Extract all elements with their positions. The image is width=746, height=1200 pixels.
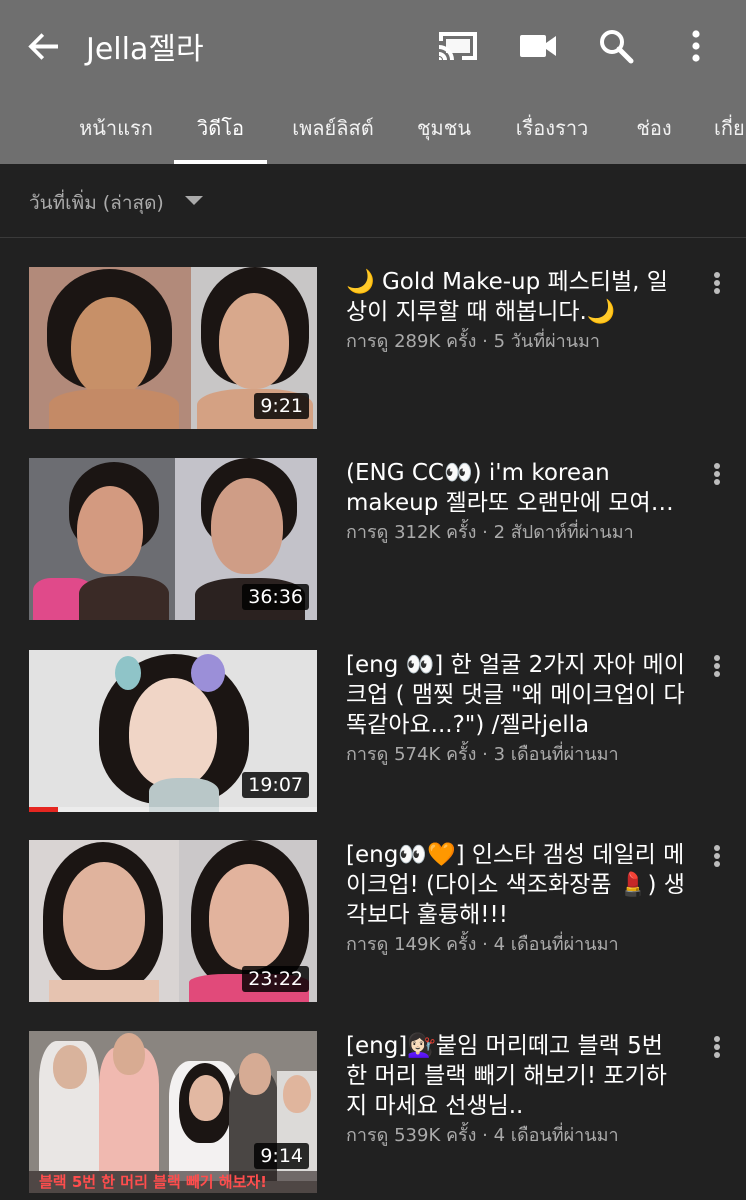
video-item[interactable]: 36:36 (ENG CC👀) i'm korean makeup 젤라또 오랜… <box>0 458 746 622</box>
thumbnail-image <box>29 458 175 620</box>
video-title[interactable]: [eng 👀] 한 얼굴 2가지 자아 메이크업 ( 맴찢 댓글 "왜 메이크업… <box>346 650 686 740</box>
thumbnail-image <box>29 840 179 1002</box>
watch-progress-bar <box>29 807 317 812</box>
tab-home[interactable]: หน้าแรก <box>66 92 166 164</box>
video-title[interactable]: [eng👀🧡] 인스타 갬성 데일리 메이크업! (다이소 색조화장품 💄) 생… <box>346 840 686 930</box>
video-meta: (ENG CC👀) i'm korean makeup 젤라또 오랜만에 모여…… <box>346 458 686 546</box>
video-meta: [eng]💇🏻‍♀️붙임 머리떼고 블랙 5번 한 머리 블랙 빼기 해보기! … <box>346 1031 686 1149</box>
app-header: Jella젤라 หน้าแรก วิดีโอ เพลย์ลิสต์ ชุมชน … <box>0 0 746 164</box>
tab-stories[interactable]: เรื่องราว <box>500 92 604 164</box>
sort-bar[interactable]: วันที่เพิ่ม (ล่าสุด) <box>0 164 746 238</box>
tab-about[interactable]: เกี่ย <box>714 92 746 164</box>
tab-community[interactable]: ชุมชน <box>398 92 490 164</box>
video-options-icon[interactable] <box>706 652 728 680</box>
dropdown-caret-icon[interactable] <box>185 196 203 205</box>
thumbnail-caption: 블랙 5번 한 머리 블랙 빼기 해보자! <box>29 1171 317 1193</box>
video-title[interactable]: 🌙 Gold Make-up 페스티벌, 일상이 지루할 때 해봅니다.🌙 <box>346 267 686 327</box>
channel-title: Jella젤라 <box>86 32 204 67</box>
video-duration: 9:14 <box>254 1143 309 1169</box>
video-options-icon[interactable] <box>706 842 728 870</box>
video-thumbnail[interactable]: 36:36 <box>29 458 317 620</box>
video-thumbnail[interactable]: 23:22 <box>29 840 317 1002</box>
title-bar: Jella젤라 <box>0 0 746 92</box>
video-camera-icon[interactable] <box>516 24 560 68</box>
video-stats: การดู 289K ครั้ง · 5 วันที่ผ่านมา <box>346 331 601 352</box>
video-title[interactable]: [eng]💇🏻‍♀️붙임 머리떼고 블랙 5번 한 머리 블랙 빼기 해보기! … <box>346 1031 686 1121</box>
watch-progress-fill <box>29 807 58 812</box>
video-duration: 19:07 <box>242 772 309 798</box>
video-meta: 🌙 Gold Make-up 페스티벌, 일상이 지루할 때 해봅니다.🌙 กา… <box>346 267 686 355</box>
video-options-icon[interactable] <box>706 460 728 488</box>
video-options-icon[interactable] <box>706 1033 728 1061</box>
video-thumbnail[interactable]: 9:21 <box>29 267 317 429</box>
video-duration: 36:36 <box>242 584 309 610</box>
video-stats: การดู 312K ครั้ง · 2 สัปดาห์ที่ผ่านมา <box>346 522 634 543</box>
video-stats: การดู 574K ครั้ง · 3 เดือนที่ผ่านมา <box>346 744 619 765</box>
video-meta: [eng👀🧡] 인스타 갬성 데일리 메이크업! (다이소 색조화장품 💄) 생… <box>346 840 686 958</box>
channel-tabs: หน้าแรก วิดีโอ เพลย์ลิสต์ ชุมชน เรื่องรา… <box>0 92 746 164</box>
video-item[interactable]: 23:22 [eng👀🧡] 인스타 갬성 데일리 메이크업! (다이소 색조화장… <box>0 840 746 1004</box>
video-item[interactable]: 9:21 🌙 Gold Make-up 페스티벌, 일상이 지루할 때 해봅니다… <box>0 267 746 431</box>
more-vert-icon[interactable] <box>674 24 718 68</box>
tab-playlists[interactable]: เพลย์ลิสต์ <box>278 92 388 164</box>
thumbnail-image <box>29 267 191 429</box>
video-thumbnail[interactable]: 19:07 <box>29 650 317 812</box>
tab-videos[interactable]: วิดีโอ <box>174 92 267 164</box>
tab-channels[interactable]: ช่อง <box>616 92 692 164</box>
video-duration: 23:22 <box>242 966 309 992</box>
video-stats: การดู 539K ครั้ง · 4 เดือนที่ผ่านมา <box>346 1125 619 1146</box>
back-arrow-icon[interactable] <box>24 26 64 66</box>
sort-label: วันที่เพิ่ม (ล่าสุด) <box>29 192 164 214</box>
video-item[interactable]: 블랙 5번 한 머리 블랙 빼기 해보자! 9:14 [eng]💇🏻‍♀️붙임 … <box>0 1031 746 1195</box>
video-options-icon[interactable] <box>706 269 728 297</box>
video-item[interactable]: 19:07 [eng 👀] 한 얼굴 2가지 자아 메이크업 ( 맴찢 댓글 "… <box>0 650 746 814</box>
video-meta: [eng 👀] 한 얼굴 2가지 자아 메이크업 ( 맴찢 댓글 "왜 메이크업… <box>346 650 686 768</box>
video-thumbnail[interactable]: 블랙 5번 한 머리 블랙 빼기 해보자! 9:14 <box>29 1031 317 1193</box>
search-icon[interactable] <box>594 24 638 68</box>
video-stats: การดู 149K ครั้ง · 4 เดือนที่ผ่านมา <box>346 934 619 955</box>
cast-icon[interactable] <box>436 24 480 68</box>
video-title[interactable]: (ENG CC👀) i'm korean makeup 젤라또 오랜만에 모여… <box>346 458 686 518</box>
video-duration: 9:21 <box>254 393 309 419</box>
